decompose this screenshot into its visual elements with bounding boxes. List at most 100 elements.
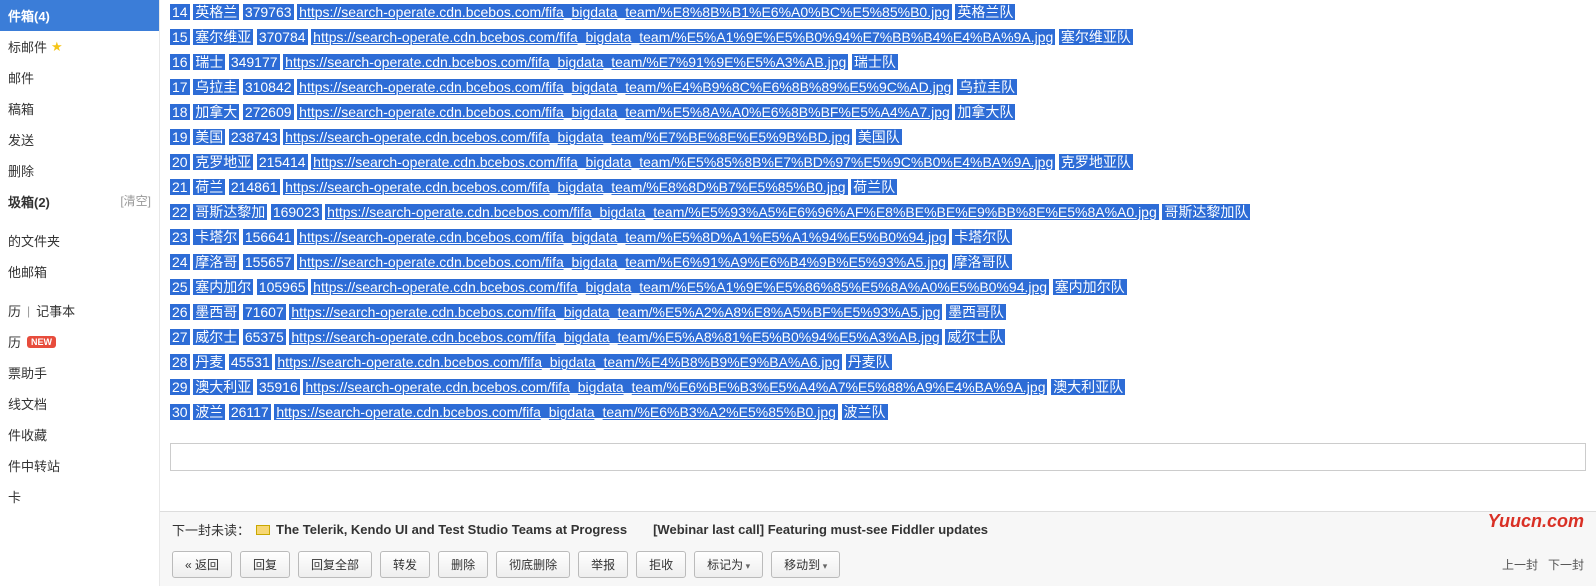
reply-button[interactable]: 回复 xyxy=(240,551,290,578)
row-url-wrap: https://search-operate.cdn.bcebos.com/fi… xyxy=(283,179,847,195)
row-link[interactable]: https://search-operate.cdn.bcebos.com/fi… xyxy=(285,54,846,70)
row-link[interactable]: https://search-operate.cdn.bcebos.com/fi… xyxy=(305,379,1045,395)
row-link[interactable]: https://search-operate.cdn.bcebos.com/fi… xyxy=(299,79,951,95)
sidebar-starred[interactable]: 标邮件★ xyxy=(0,31,159,62)
row-name: 塞尔维亚 xyxy=(193,29,253,45)
row-url-wrap: https://search-operate.cdn.bcebos.com/fi… xyxy=(297,4,952,20)
row-url-wrap: https://search-operate.cdn.bcebos.com/fi… xyxy=(283,54,848,70)
row-link[interactable]: https://search-operate.cdn.bcebos.com/fi… xyxy=(285,129,850,145)
inbox-label: 件箱(4) xyxy=(8,6,50,25)
row-link[interactable]: https://search-operate.cdn.bcebos.com/fi… xyxy=(276,404,836,420)
row-index: 22 xyxy=(170,204,190,220)
star-label: 标邮件 xyxy=(8,37,47,56)
row-url-wrap: https://search-operate.cdn.bcebos.com/fi… xyxy=(311,279,1049,295)
sidebar-fav[interactable]: 件收藏 xyxy=(0,419,159,450)
reply-input[interactable] xyxy=(170,443,1586,471)
data-row: 28 丹麦 45531 https://search-operate.cdn.b… xyxy=(170,350,1586,375)
sidebar-mail[interactable]: 邮件 xyxy=(0,62,159,93)
row-team: 瑞士队 xyxy=(852,54,898,70)
row-link[interactable]: https://search-operate.cdn.bcebos.com/fi… xyxy=(299,229,947,245)
new-badge: NEW xyxy=(27,336,56,348)
sidebar-send[interactable]: 发送 xyxy=(0,124,159,155)
row-name: 加拿大 xyxy=(193,104,239,120)
sidebar-trash[interactable]: 圾箱(2) [清空] xyxy=(0,186,159,217)
sidebar-draft[interactable]: 稿箱 xyxy=(0,93,159,124)
row-team: 乌拉圭队 xyxy=(957,79,1017,95)
row-link[interactable]: https://search-operate.cdn.bcebos.com/fi… xyxy=(291,304,940,320)
footer: 下一封未读： The Telerik, Kendo UI and Test St… xyxy=(160,511,1596,586)
row-index: 29 xyxy=(170,379,190,395)
row-url-wrap: https://search-operate.cdn.bcebos.com/fi… xyxy=(325,204,1159,220)
row-team: 墨西哥队 xyxy=(946,304,1006,320)
row-name: 丹麦 xyxy=(193,354,225,370)
row-team: 丹麦队 xyxy=(846,354,892,370)
data-row: 25 塞内加尔 105965 https://search-operate.cd… xyxy=(170,275,1586,300)
next-mail[interactable]: 下一封 xyxy=(1548,556,1584,573)
notes-label: 记事本 xyxy=(36,301,75,320)
row-index: 19 xyxy=(170,129,190,145)
row-team: 哥斯达黎加队 xyxy=(1162,204,1250,220)
watermark: Yuucn.com xyxy=(1488,511,1584,532)
row-index: 18 xyxy=(170,104,190,120)
row-link[interactable]: https://search-operate.cdn.bcebos.com/fi… xyxy=(327,204,1157,220)
data-row: 27 威尔士 65375 https://search-operate.cdn.… xyxy=(170,325,1586,350)
row-index: 14 xyxy=(170,4,190,20)
report-button[interactable]: 举报 xyxy=(578,551,628,578)
row-name: 墨西哥 xyxy=(193,304,239,320)
row-link[interactable]: https://search-operate.cdn.bcebos.com/fi… xyxy=(299,104,950,120)
row-name: 瑞士 xyxy=(193,54,225,70)
next-sender[interactable]: The Telerik, Kendo UI and Test Studio Te… xyxy=(276,522,627,537)
row-name: 塞内加尔 xyxy=(193,279,253,295)
next-subject[interactable]: [Webinar last call] Featuring must-see F… xyxy=(653,522,988,537)
reply-all-button[interactable]: 回复全部 xyxy=(298,551,372,578)
data-row: 29 澳大利亚 35916 https://search-operate.cdn… xyxy=(170,375,1586,400)
row-link[interactable]: https://search-operate.cdn.bcebos.com/fi… xyxy=(313,279,1047,295)
row-team: 英格兰队 xyxy=(955,4,1015,20)
sidebar-doc[interactable]: 线文档 xyxy=(0,388,159,419)
row-link[interactable]: https://search-operate.cdn.bcebos.com/fi… xyxy=(313,29,1053,45)
sidebar-calendar-new[interactable]: 历NEW xyxy=(0,326,159,357)
row-link[interactable]: https://search-operate.cdn.bcebos.com/fi… xyxy=(285,179,845,195)
sidebar-card[interactable]: 卡 xyxy=(0,481,159,512)
row-number: 310842 xyxy=(243,79,294,95)
row-link[interactable]: https://search-operate.cdn.bcebos.com/fi… xyxy=(313,154,1053,170)
row-link[interactable]: https://search-operate.cdn.bcebos.com/fi… xyxy=(299,254,946,270)
sidebar-inbox[interactable]: 件箱(4) xyxy=(0,0,159,31)
row-number: 35916 xyxy=(257,379,300,395)
data-row: 15 塞尔维亚 370784 https://search-operate.cd… xyxy=(170,25,1586,50)
data-row: 23 卡塔尔 156641 https://search-operate.cdn… xyxy=(170,225,1586,250)
reject-button[interactable]: 拒收 xyxy=(636,551,686,578)
prev-mail[interactable]: 上一封 xyxy=(1502,556,1538,573)
row-url-wrap: https://search-operate.cdn.bcebos.com/fi… xyxy=(289,304,942,320)
move-dropdown[interactable]: 移动到 xyxy=(771,551,840,578)
row-team: 威尔士队 xyxy=(945,329,1005,345)
row-link[interactable]: https://search-operate.cdn.bcebos.com/fi… xyxy=(277,354,840,370)
data-row: 19 美国 238743 https://search-operate.cdn.… xyxy=(170,125,1586,150)
sidebar-calendar[interactable]: 历|记事本 xyxy=(0,295,159,326)
delete-button[interactable]: 删除 xyxy=(438,551,488,578)
row-index: 21 xyxy=(170,179,190,195)
sidebar-other-mail[interactable]: 他邮箱 xyxy=(0,256,159,287)
sidebar-bill[interactable]: 票助手 xyxy=(0,357,159,388)
forward-button[interactable]: 转发 xyxy=(380,551,430,578)
trash-clear[interactable]: [清空] xyxy=(120,192,151,211)
sidebar-folder[interactable]: 的文件夹 xyxy=(0,225,159,256)
back-button[interactable]: « 返回 xyxy=(172,551,232,578)
delete-perm-button[interactable]: 彻底删除 xyxy=(496,551,570,578)
row-name: 卡塔尔 xyxy=(193,229,239,245)
row-link[interactable]: https://search-operate.cdn.bcebos.com/fi… xyxy=(299,4,950,20)
row-number: 215414 xyxy=(257,154,308,170)
row-name: 哥斯达黎加 xyxy=(193,204,267,220)
row-url-wrap: https://search-operate.cdn.bcebos.com/fi… xyxy=(297,229,949,245)
sidebar-delete[interactable]: 删除 xyxy=(0,155,159,186)
row-number: 272609 xyxy=(243,104,294,120)
row-number: 71607 xyxy=(243,304,286,320)
row-number: 45531 xyxy=(229,354,272,370)
row-link[interactable]: https://search-operate.cdn.bcebos.com/fi… xyxy=(291,329,939,345)
mark-dropdown[interactable]: 标记为 xyxy=(694,551,763,578)
sidebar-transfer[interactable]: 件中转站 xyxy=(0,450,159,481)
trash-label: 圾箱(2) xyxy=(8,192,50,211)
data-row: 24 摩洛哥 155657 https://search-operate.cdn… xyxy=(170,250,1586,275)
envelope-icon xyxy=(256,525,270,535)
row-name: 荷兰 xyxy=(193,179,225,195)
